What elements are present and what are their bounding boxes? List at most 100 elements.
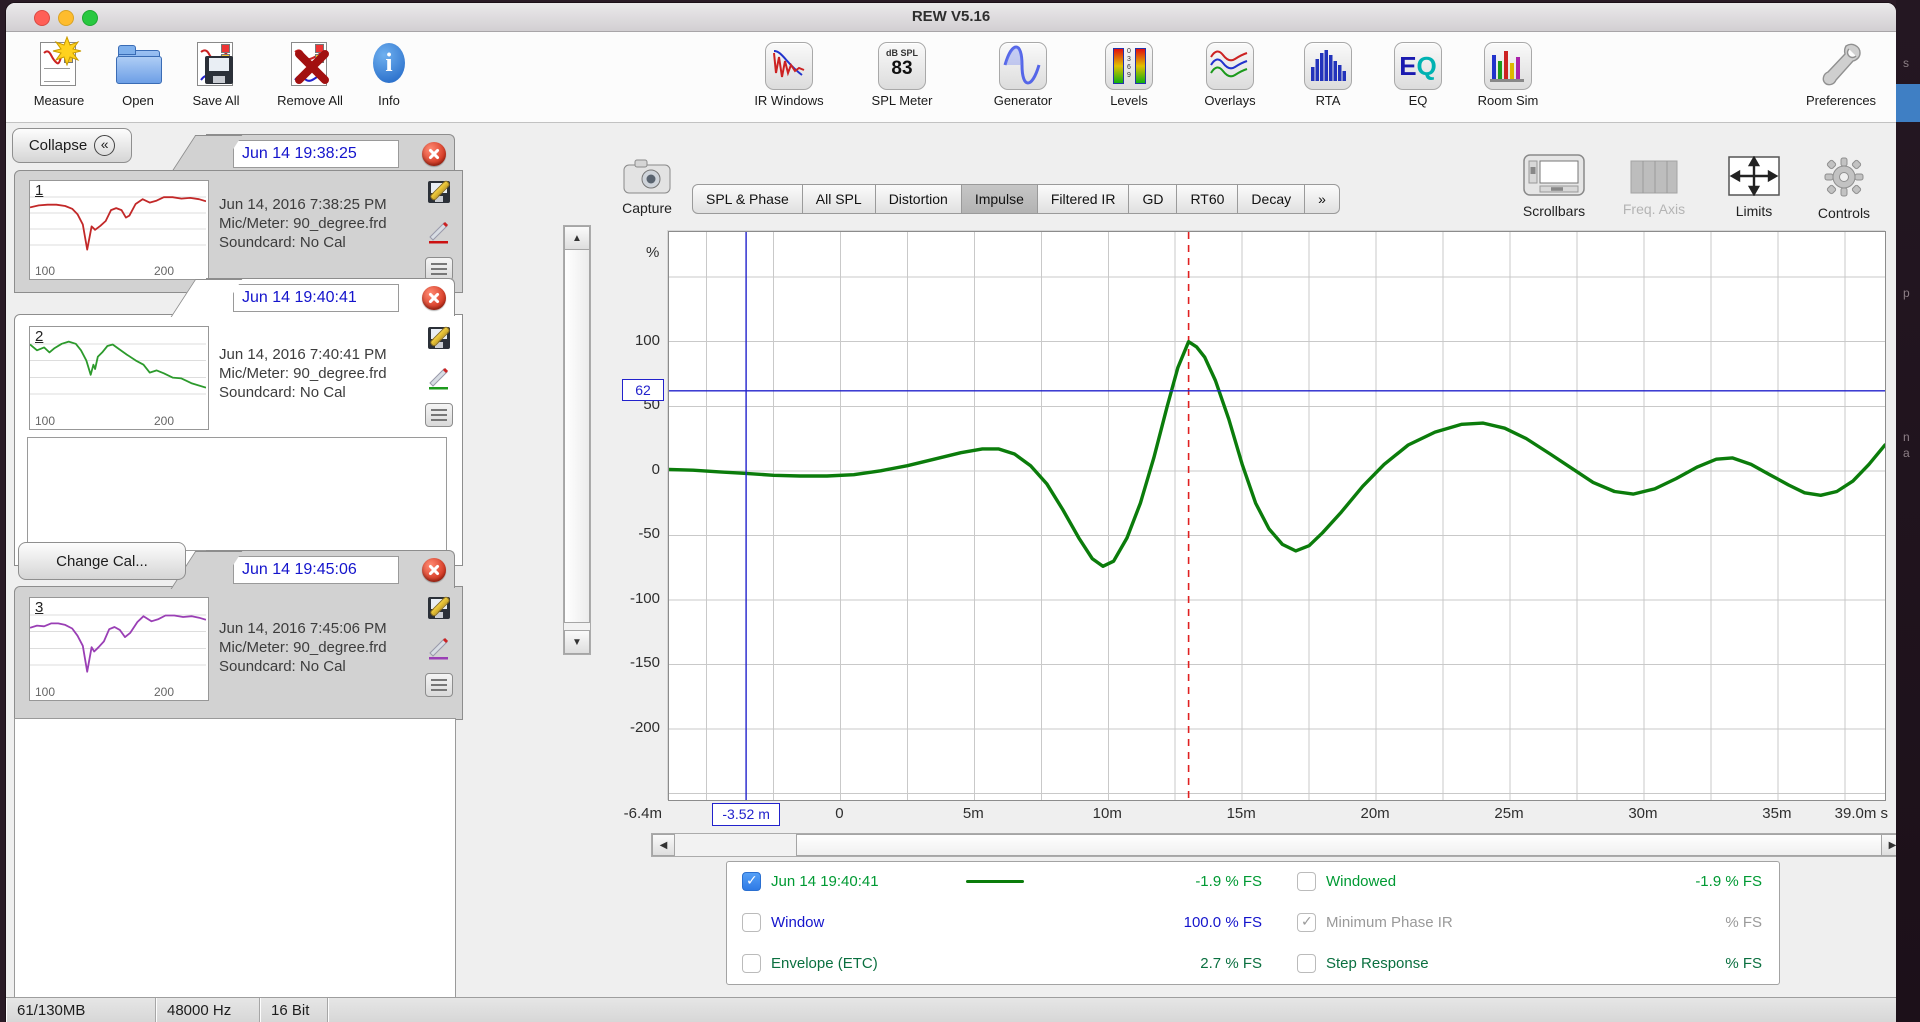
- measurement-3-notes[interactable]: [14, 718, 456, 999]
- graph-panel: Capture SPL & Phase All SPL Distortion I…: [604, 122, 1896, 1001]
- measurement-2-info: Jun 14, 2016 7:40:41 PM Mic/Meter: 90_de…: [219, 345, 387, 402]
- legend-label: Minimum Phase IR: [1326, 914, 1453, 931]
- freq-axis-button: Freq. Axis: [1614, 160, 1694, 217]
- title-bar: REW V5.16: [6, 3, 1896, 32]
- scrollbar-thumb[interactable]: [564, 249, 590, 623]
- desktop: REW V5.16 Measure Open: [0, 0, 1920, 1022]
- limits-button[interactable]: Limits: [1722, 156, 1786, 219]
- measurement-1-actions: [424, 179, 454, 281]
- change-cal-button[interactable]: Change Cal...: [18, 542, 186, 580]
- spl-meter-button[interactable]: dB SPL 83 SPL Meter: [864, 40, 940, 108]
- freq-axis-icon: [1630, 160, 1678, 194]
- tab-distortion[interactable]: Distortion: [875, 184, 962, 214]
- rta-button[interactable]: RTA: [1304, 40, 1352, 108]
- tab-decay[interactable]: Decay: [1237, 184, 1305, 214]
- trace-options-icon[interactable]: [426, 364, 452, 390]
- generator-button[interactable]: Generator: [984, 40, 1062, 108]
- overlays-button[interactable]: Overlays: [1194, 40, 1266, 108]
- eq-icon: EQ: [1394, 42, 1442, 90]
- collapse-button[interactable]: Collapse «: [12, 128, 132, 163]
- measurement-3-delete-button[interactable]: [422, 558, 446, 582]
- measurement-1-delete-button[interactable]: [422, 142, 446, 166]
- min-phase-checkbox[interactable]: [1297, 913, 1316, 932]
- sample-rate-status: 48000 Hz: [156, 998, 260, 1022]
- scrollbar-thumb[interactable]: [796, 834, 1884, 856]
- preferences-button[interactable]: Preferences: [1796, 40, 1886, 108]
- envelope-checkbox[interactable]: [742, 954, 761, 973]
- y-axis-unit: %: [646, 244, 659, 261]
- measurement-1-date-field[interactable]: Jun 14 19:38:25: [233, 140, 399, 168]
- legend-label: Windowed: [1326, 873, 1396, 890]
- scroll-left-arrow[interactable]: ◀: [652, 834, 675, 856]
- window-title: REW V5.16: [6, 8, 1896, 25]
- measurement-3-date-field[interactable]: Jun 14 19:45:06: [233, 556, 399, 584]
- step-response-checkbox[interactable]: [1297, 954, 1316, 973]
- measure-button[interactable]: Measure: [24, 40, 94, 108]
- measurement-2-date-field[interactable]: Jun 14 19:40:41: [233, 284, 399, 312]
- scroll-down-arrow[interactable]: ▼: [564, 630, 590, 654]
- y-cursor-value: 62: [622, 379, 664, 401]
- measurement-2-delete-button[interactable]: [422, 286, 446, 310]
- trace-legend: Jun 14 19:40:41 -1.9 % FS Window100.0 % …: [726, 861, 1780, 985]
- ir-windows-button[interactable]: IR Windows: [741, 40, 837, 108]
- graph-tabs: SPL & Phase All SPL Distortion Impulse F…: [692, 184, 1340, 214]
- levels-button[interactable]: 0369 Levels: [1101, 40, 1157, 108]
- room-sim-button[interactable]: Room Sim: [1468, 40, 1548, 108]
- x-cursor-value: -3.52 m: [712, 803, 780, 826]
- measurement-3-card[interactable]: 3 100 200 Jun 14, 2016 7:45:06 PM Mic/Me…: [14, 586, 463, 720]
- legend-row-measurement: Jun 14 19:40:41 -1.9 % FS: [742, 872, 1262, 891]
- window-checkbox[interactable]: [742, 913, 761, 932]
- legend-value: -1.9 % FS: [1612, 873, 1762, 890]
- trace-options-icon[interactable]: [426, 634, 452, 660]
- camera-icon: [621, 157, 673, 195]
- tab-filtered-ir[interactable]: Filtered IR: [1037, 184, 1130, 214]
- measurement-3-actions: [424, 595, 454, 697]
- save-measurement-icon[interactable]: [426, 595, 452, 621]
- windowed-checkbox[interactable]: [1297, 872, 1316, 891]
- info-button[interactable]: i Info: [364, 40, 414, 108]
- legend-row-envelope: Envelope (ETC)2.7 % FS: [742, 954, 1262, 973]
- scroll-up-arrow[interactable]: ▲: [564, 226, 590, 250]
- measurement-2-tab[interactable]: Jun 14 19:40:41: [206, 278, 455, 316]
- info-icon: i: [364, 40, 414, 90]
- notes-icon[interactable]: [425, 673, 453, 697]
- tab-more-chevron[interactable]: »: [1304, 184, 1340, 214]
- measurement-3-tab[interactable]: Jun 14 19:45:06: [206, 550, 455, 588]
- measurement-1-card[interactable]: 1 100 200 Jun 14, 2016 7:38:25 PM Mic/Me…: [14, 170, 463, 293]
- save-all-button[interactable]: Save All: [184, 40, 248, 108]
- limits-arrows-icon: [1728, 156, 1780, 196]
- tab-spl-phase[interactable]: SPL & Phase: [692, 184, 803, 214]
- controls-button[interactable]: Controls: [1809, 156, 1879, 221]
- measurement-2-thumbnail: 2 100 200: [29, 326, 209, 430]
- legend-row-min-phase: Minimum Phase IR% FS: [1297, 913, 1762, 932]
- measurement-1-tab[interactable]: Jun 14 19:38:25: [206, 134, 455, 172]
- impulse-plot[interactable]: [668, 231, 1886, 801]
- open-button[interactable]: Open: [108, 40, 168, 108]
- scrollbars-button[interactable]: Scrollbars: [1512, 154, 1596, 219]
- measurement-panel-scrollbar[interactable]: ▲ ▼: [563, 225, 591, 655]
- measurement-3-thumbnail: 3 100 200: [29, 597, 209, 701]
- x-axis-max-label: 39.0m s: [1816, 805, 1888, 822]
- time-axis-scrollbar[interactable]: ◀ ▶: [651, 833, 1896, 857]
- measurement-2-notes[interactable]: [27, 437, 447, 551]
- trace-checkbox[interactable]: [742, 872, 761, 891]
- measurement-2-card[interactable]: 2 100 200 Jun 14, 2016 7:40:41 PM Mic/Me…: [14, 314, 463, 566]
- tab-diagonal: [171, 135, 243, 173]
- capture-button[interactable]: Capture: [614, 157, 680, 216]
- tab-all-spl[interactable]: All SPL: [802, 184, 876, 214]
- tab-impulse[interactable]: Impulse: [961, 184, 1038, 214]
- measurement-3-info: Jun 14, 2016 7:45:06 PM Mic/Meter: 90_de…: [219, 619, 387, 676]
- eq-button[interactable]: EQ EQ: [1394, 40, 1442, 108]
- tab-rt60[interactable]: RT60: [1176, 184, 1238, 214]
- scroll-right-arrow[interactable]: ▶: [1881, 834, 1896, 856]
- remove-all-button[interactable]: Remove All: [268, 40, 352, 108]
- trace-options-icon[interactable]: [426, 218, 452, 244]
- notes-icon[interactable]: [425, 403, 453, 427]
- desktop-edge-highlight: [1896, 84, 1920, 122]
- measurement-1-info: Jun 14, 2016 7:38:25 PM Mic/Meter: 90_de…: [219, 195, 387, 252]
- legend-value: -1.9 % FS: [1112, 873, 1262, 890]
- legend-label: Step Response: [1326, 955, 1429, 972]
- save-measurement-icon[interactable]: [426, 179, 452, 205]
- tab-gd[interactable]: GD: [1128, 184, 1177, 214]
- save-measurement-icon[interactable]: [426, 325, 452, 351]
